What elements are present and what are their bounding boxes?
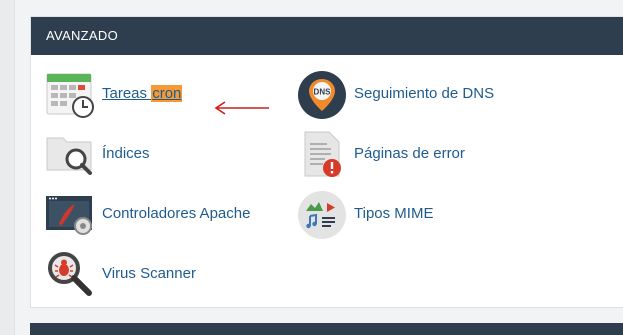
advanced-panel: AVANZADO Tareas cron DNS Seguimiento de … xyxy=(30,16,623,308)
error-page-icon xyxy=(304,131,341,177)
item-virus-scanner[interactable]: Virus Scanner xyxy=(45,250,225,300)
item-dns-tracking[interactable]: DNS Seguimiento de DNS xyxy=(297,70,517,120)
item-label[interactable]: Tipos MIME xyxy=(354,205,433,222)
calendar-clock-icon xyxy=(46,73,94,118)
item-apache-handlers[interactable]: Controladores Apache xyxy=(45,190,265,240)
dns-icon-text: DNS xyxy=(314,88,332,97)
panel-header: AVANZADO xyxy=(31,17,623,55)
virus-scanner-icon xyxy=(48,252,92,296)
item-label[interactable]: Páginas de error xyxy=(354,145,465,162)
folder-search-icon xyxy=(46,137,92,175)
panel-title: AVANZADO xyxy=(46,28,118,43)
dns-pin-icon: DNS xyxy=(298,71,346,119)
item-label[interactable]: Virus Scanner xyxy=(102,265,196,282)
item-label[interactable]: Seguimiento de DNS xyxy=(354,85,494,102)
item-error-pages[interactable]: Páginas de error xyxy=(297,130,517,180)
item-label[interactable]: Controladores Apache xyxy=(102,205,250,222)
item-label[interactable]: Índices xyxy=(102,145,150,162)
item-mime-types[interactable]: Tipos MIME xyxy=(297,190,517,240)
red-arrow-annotation xyxy=(214,101,269,115)
highlighted-text: cron xyxy=(151,85,183,102)
mime-types-icon xyxy=(298,191,346,239)
apache-handler-icon xyxy=(46,196,92,235)
label-text: Tareas xyxy=(102,85,152,102)
item-label[interactable]: Tareas cron xyxy=(102,85,183,102)
next-panel-header xyxy=(30,323,623,335)
item-indexes[interactable]: Índices xyxy=(45,130,205,180)
left-sidebar-strip xyxy=(0,0,15,335)
item-cron-jobs[interactable]: Tareas cron xyxy=(45,70,205,120)
